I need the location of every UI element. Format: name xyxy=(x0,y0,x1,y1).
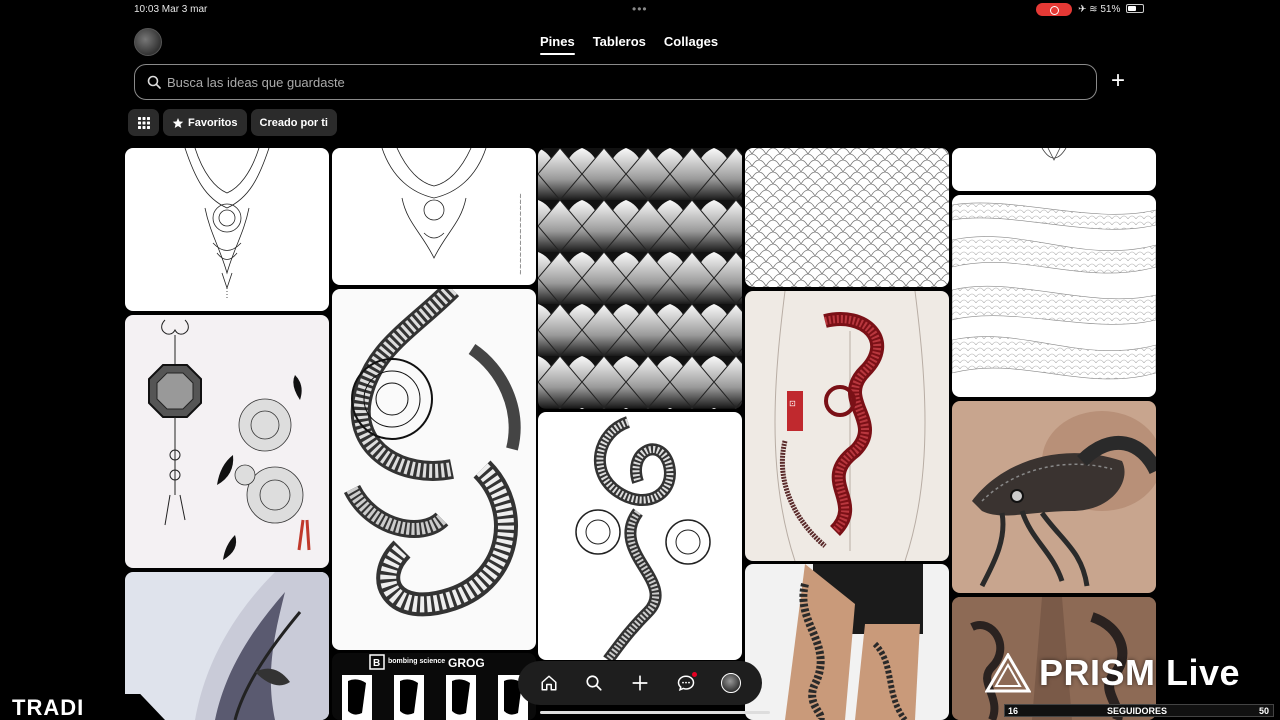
nav-messages[interactable] xyxy=(671,668,701,698)
followers-goal-bar: 16 SEGUIDORES 50 xyxy=(1004,704,1274,717)
prism-live-text: PRISM Live xyxy=(1039,652,1241,693)
pin-mandala-ornament[interactable] xyxy=(125,148,329,311)
pin-leg-tattoo[interactable] xyxy=(745,564,949,720)
favorites-label: Favoritos xyxy=(188,116,238,129)
prism-live-watermark: PRISM Live xyxy=(985,652,1240,694)
filter-chips: Favoritos Creado por ti xyxy=(128,109,337,136)
lettering-brand-left: bombing science xyxy=(388,658,445,665)
lettering-brand-right: GROG xyxy=(448,656,485,670)
home-indicator[interactable] xyxy=(540,711,770,714)
stream-title-overlay: TRADI xyxy=(0,694,165,720)
search-bar[interactable] xyxy=(134,64,1097,100)
notification-dot xyxy=(691,672,697,677)
plus-icon xyxy=(632,675,648,691)
prism-logo-icon xyxy=(985,653,1031,693)
favorites-chip[interactable]: Favoritos xyxy=(163,109,247,136)
svg-text:B: B xyxy=(373,658,380,669)
tab-pines[interactable]: Pines xyxy=(540,34,575,55)
system-status: ✈ ≋ 51% xyxy=(1078,4,1121,15)
screen-recording-indicator xyxy=(1036,3,1072,16)
profile-avatar-icon xyxy=(721,673,742,693)
pin-arm-sleeve[interactable] xyxy=(125,572,329,720)
pin-dragon-coil[interactable] xyxy=(332,289,536,650)
search-input[interactable] xyxy=(167,74,1067,90)
top-tabs: Pines Tableros Collages xyxy=(540,34,718,55)
bottom-navigation xyxy=(518,661,762,705)
search-icon xyxy=(147,75,161,89)
status-time: 10:03 Mar 3 mar xyxy=(134,4,208,15)
star-icon xyxy=(172,117,184,128)
status-bar: 10:03 Mar 3 mar ••• ✈ ≋ 51% xyxy=(0,0,1280,20)
followers-goal: 50 xyxy=(1258,706,1269,716)
tab-collages[interactable]: Collages xyxy=(664,34,718,55)
svg-text:~~~~~~~~~~~~~~: ~~~~~~~~~~~~~~ xyxy=(516,193,524,275)
nav-profile[interactable] xyxy=(716,668,746,698)
pin-ornament-sketch[interactable]: ~~~~~~~~~~~~~~ xyxy=(332,148,536,285)
followers-current: 16 xyxy=(1008,706,1019,716)
grid-icon xyxy=(137,116,150,129)
pin-lantern-peony[interactable] xyxy=(125,315,329,568)
battery-icon xyxy=(1126,4,1144,13)
layout-grid-button[interactable] xyxy=(128,109,159,136)
pin-cobra-shoulder[interactable] xyxy=(952,401,1156,593)
pin-snake-coil[interactable] xyxy=(538,412,742,660)
followers-label: SEGUIDORES xyxy=(1107,706,1168,716)
add-button[interactable]: + xyxy=(1106,69,1130,94)
pin-scale-waves[interactable] xyxy=(952,195,1156,397)
pin-fish-scale-grid[interactable] xyxy=(745,148,949,287)
messages-icon xyxy=(677,675,694,692)
search-icon xyxy=(586,675,602,691)
svg-text:⊡: ⊡ xyxy=(789,399,796,408)
profile-avatar[interactable] xyxy=(134,28,162,56)
battery-percent: 51% xyxy=(1100,4,1121,15)
nav-create[interactable] xyxy=(625,668,655,698)
nav-home[interactable] xyxy=(534,668,564,698)
created-by-you-chip[interactable]: Creado por ti xyxy=(250,109,337,136)
tab-tableros[interactable]: Tableros xyxy=(593,34,646,55)
pin-ornament-tip[interactable] xyxy=(952,148,1156,191)
pin-red-snake-back[interactable]: ⊡ xyxy=(745,291,949,561)
nav-search[interactable] xyxy=(579,668,609,698)
pin-dragon-scales[interactable] xyxy=(538,148,742,409)
home-icon xyxy=(541,675,557,691)
multitasking-dots[interactable]: ••• xyxy=(632,2,648,16)
pin-lettering-flash[interactable]: B bombing science GROG xyxy=(332,653,536,720)
